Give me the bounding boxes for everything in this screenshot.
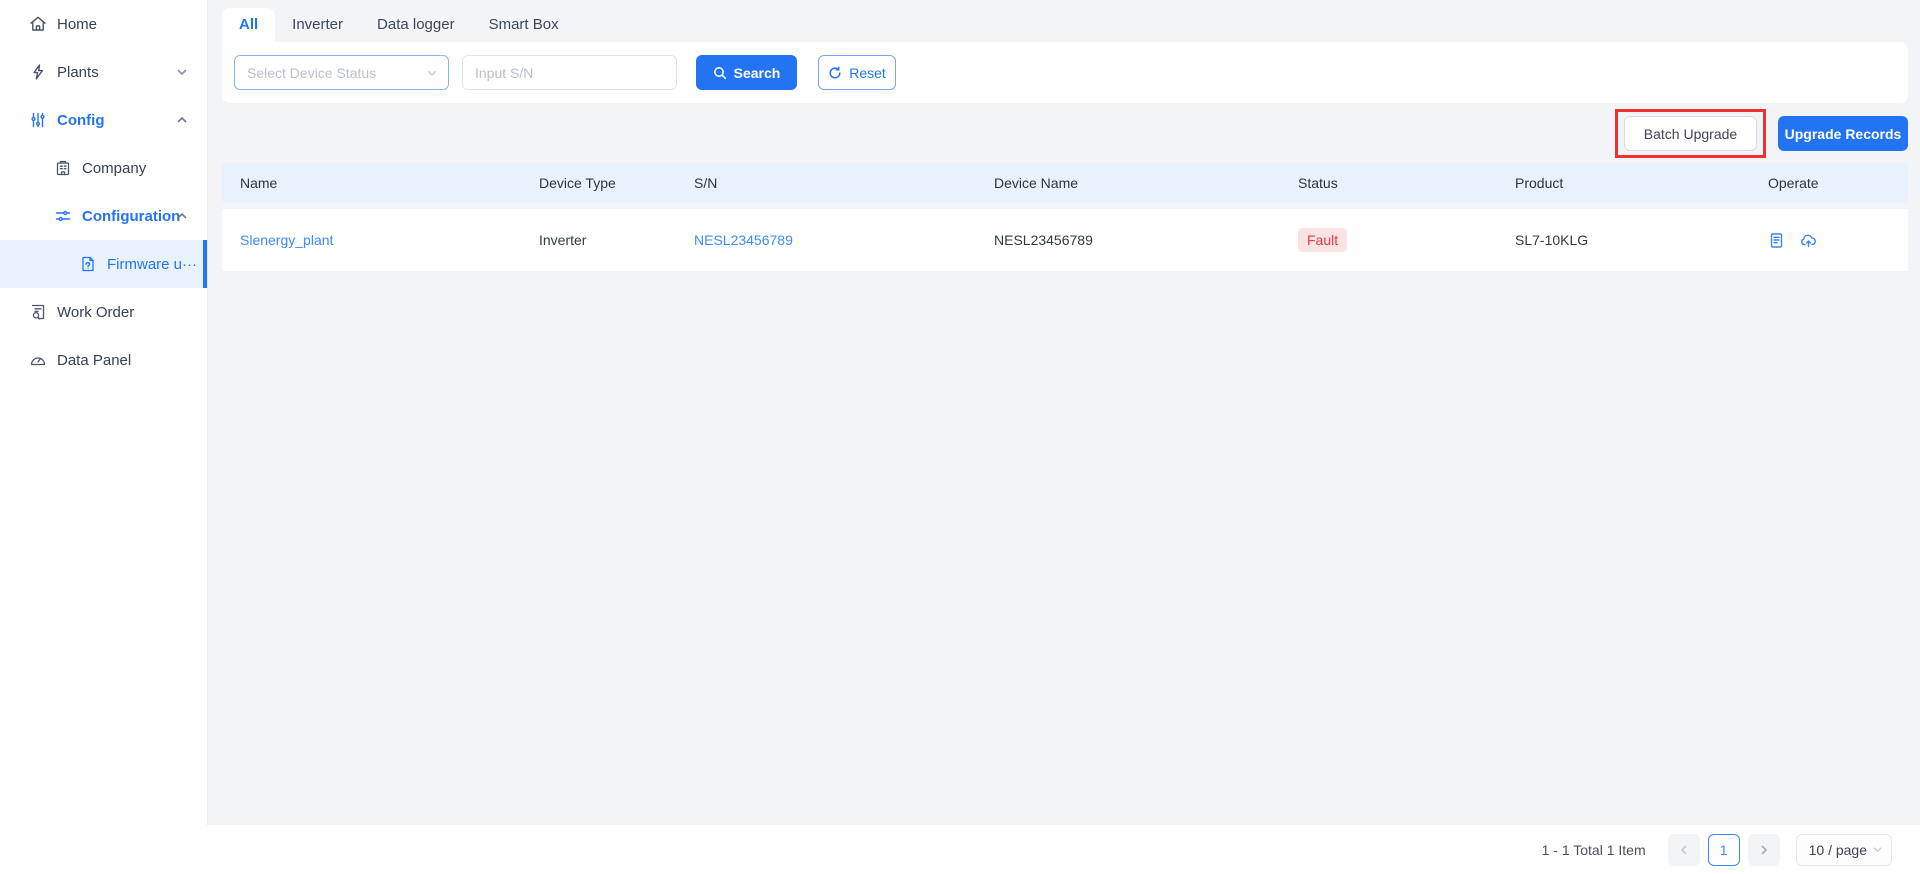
column-header-device-name: Device Name xyxy=(976,175,1280,191)
sidebar-item-label: Configuration xyxy=(82,208,180,225)
device-status-select[interactable]: Select Device Status xyxy=(234,55,449,90)
firmware-file-icon xyxy=(79,255,97,273)
work-order-icon xyxy=(29,303,47,321)
search-button[interactable]: Search xyxy=(696,55,797,90)
chevron-right-icon xyxy=(1758,844,1770,856)
status-badge: Fault xyxy=(1298,228,1347,252)
column-header-status: Status xyxy=(1280,175,1497,191)
company-icon xyxy=(54,159,72,177)
device-status-placeholder: Select Device Status xyxy=(247,65,376,81)
previous-page-button[interactable] xyxy=(1668,834,1700,866)
sidebar-item-configuration[interactable]: Configuration xyxy=(0,192,207,240)
search-icon xyxy=(713,66,727,80)
search-button-label: Search xyxy=(734,65,781,81)
chevron-down-icon xyxy=(426,67,438,79)
main-content: All Inverter Data logger Smart Box Selec… xyxy=(208,0,1920,825)
chevron-down-icon xyxy=(176,66,188,78)
home-icon xyxy=(29,15,47,33)
sidebar-item-label: Company xyxy=(82,160,146,177)
column-header-device-type: Device Type xyxy=(521,175,676,191)
upgrade-records-button[interactable]: Upgrade Records xyxy=(1778,116,1908,151)
config-icon xyxy=(29,111,47,129)
cloud-upload-icon[interactable] xyxy=(1800,232,1817,249)
reset-button[interactable]: Reset xyxy=(818,55,896,90)
configuration-icon xyxy=(54,207,72,225)
sidebar-item-label: Config xyxy=(57,112,104,129)
sidebar-item-label: Home xyxy=(57,16,97,33)
table-row: Slenergy_plant Inverter NESL23456789 NES… xyxy=(222,209,1908,271)
sidebar-item-config[interactable]: Config xyxy=(0,96,207,144)
column-header-sn: S/N xyxy=(676,175,976,191)
annotation-box: Batch Upgrade xyxy=(1615,109,1766,158)
pagination-bar: 1 - 1 Total 1 Item 1 10 / page xyxy=(0,825,1920,874)
sidebar-item-firmware-upgrade[interactable]: Firmware u··· xyxy=(0,240,207,288)
plant-name-link[interactable]: Slenergy_plant xyxy=(240,232,333,248)
sidebar-item-label: Firmware u··· xyxy=(107,256,197,273)
app-root: Home Plants Config Company xyxy=(0,0,1920,874)
chevron-up-icon xyxy=(176,114,188,126)
operate-cell xyxy=(1750,232,1910,249)
next-page-button[interactable] xyxy=(1748,834,1780,866)
product-cell: SL7-10KLG xyxy=(1497,232,1750,248)
sn-input[interactable] xyxy=(462,55,677,90)
upgrade-log-icon[interactable] xyxy=(1768,232,1785,249)
device-table: Name Device Type S/N Device Name Status … xyxy=(222,163,1908,271)
page-1-button[interactable]: 1 xyxy=(1708,834,1740,866)
filter-bar: Select Device Status Search Reset xyxy=(222,42,1908,103)
sn-link[interactable]: NESL23456789 xyxy=(694,232,793,248)
column-header-name: Name xyxy=(222,175,521,191)
data-panel-icon xyxy=(29,351,47,369)
sidebar-item-plants[interactable]: Plants xyxy=(0,48,207,96)
page-size-label: 10 / page xyxy=(1809,842,1867,858)
tab-inverter[interactable]: Inverter xyxy=(275,8,360,42)
device-type-tabs: All Inverter Data logger Smart Box xyxy=(208,0,1920,42)
pagination-summary: 1 - 1 Total 1 Item xyxy=(1542,842,1646,858)
chevron-up-icon xyxy=(176,210,188,222)
sidebar-item-work-order[interactable]: Work Order xyxy=(0,288,207,336)
batch-upgrade-button[interactable]: Batch Upgrade xyxy=(1624,116,1757,151)
sidebar: Home Plants Config Company xyxy=(0,0,208,825)
table-header-row: Name Device Type S/N Device Name Status … xyxy=(222,163,1908,202)
sidebar-item-label: Data Panel xyxy=(57,352,131,369)
sidebar-item-home[interactable]: Home xyxy=(0,0,207,48)
reset-icon xyxy=(828,66,842,80)
reset-button-label: Reset xyxy=(849,65,886,81)
chevron-down-icon xyxy=(1872,844,1883,855)
device-name-cell: NESL23456789 xyxy=(976,232,1280,248)
sidebar-item-label: Plants xyxy=(57,64,99,81)
sidebar-item-company[interactable]: Company xyxy=(0,144,207,192)
plants-icon xyxy=(29,63,47,81)
tab-smart-box[interactable]: Smart Box xyxy=(472,8,576,42)
page-size-select[interactable]: 10 / page xyxy=(1796,834,1892,866)
device-type-cell: Inverter xyxy=(521,232,676,248)
column-header-operate: Operate xyxy=(1750,175,1910,191)
tab-all[interactable]: All xyxy=(222,8,275,42)
sidebar-item-data-panel[interactable]: Data Panel xyxy=(0,336,207,384)
table-actions: Batch Upgrade Upgrade Records xyxy=(222,107,1908,160)
column-header-product: Product xyxy=(1497,175,1750,191)
sidebar-item-label: Work Order xyxy=(57,304,134,321)
chevron-left-icon xyxy=(1678,844,1690,856)
tab-data-logger[interactable]: Data logger xyxy=(360,8,472,42)
